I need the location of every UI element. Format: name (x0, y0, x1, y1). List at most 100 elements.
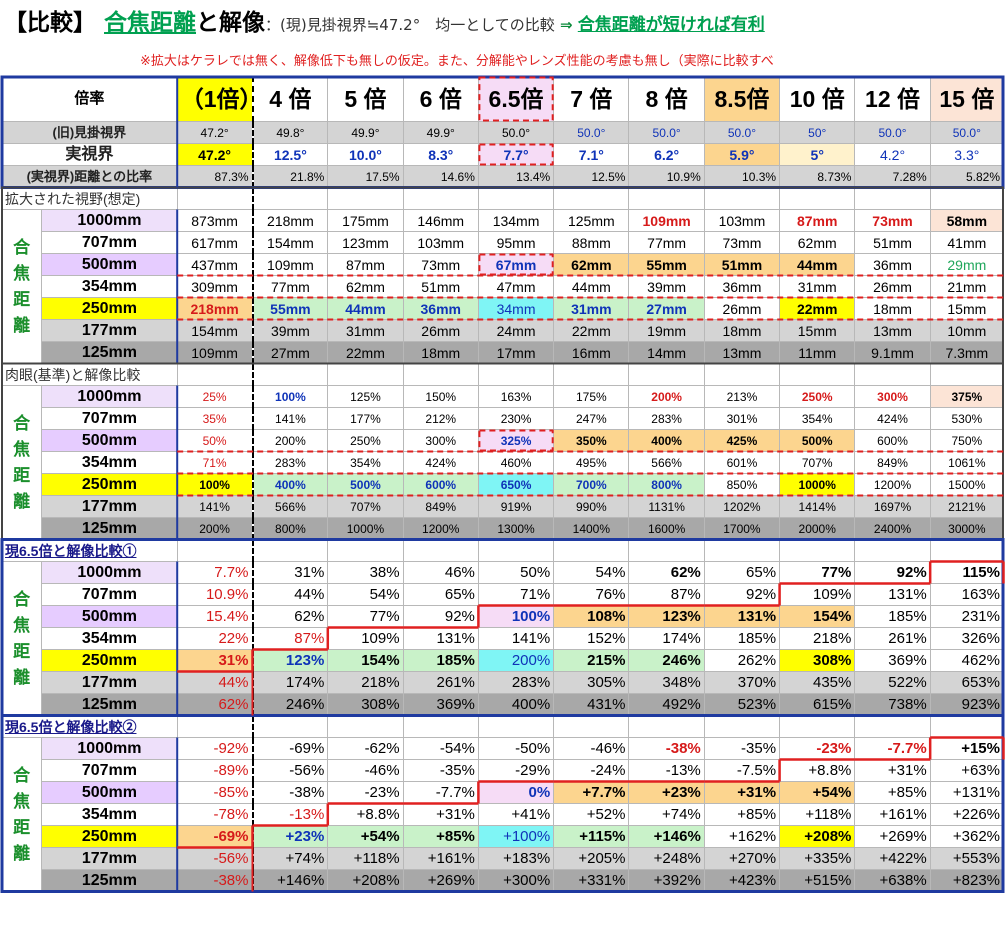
value-cell[interactable]: 25% (176, 385, 254, 408)
value-cell[interactable]: 18mm (402, 341, 479, 364)
value-cell[interactable]: 73mm (703, 231, 781, 254)
value-cell[interactable]: +8.8% (779, 759, 856, 782)
magnification-header[interactable]: 12 倍 (854, 76, 931, 122)
value-cell[interactable]: +515% (779, 869, 856, 892)
value-cell[interactable]: +553% (929, 847, 1005, 870)
distance-label[interactable]: 250mm (41, 297, 178, 320)
value-cell[interactable]: 615% (779, 693, 856, 716)
empty-cell[interactable] (628, 187, 705, 210)
value-cell[interactable]: 22% (176, 627, 254, 650)
value-cell[interactable]: 95mm (477, 231, 555, 254)
distance-label[interactable]: 1000mm (41, 737, 178, 760)
empty-cell[interactable] (854, 363, 931, 386)
value-cell[interactable]: -46% (553, 737, 630, 760)
value-cell[interactable]: 62mm (779, 231, 856, 254)
value-cell[interactable]: 213% (703, 385, 781, 408)
info-cell[interactable]: 50.0° (854, 121, 931, 144)
value-cell[interactable]: 55mm (628, 253, 705, 276)
empty-cell[interactable] (929, 539, 1005, 562)
value-cell[interactable]: +52% (553, 803, 630, 826)
value-cell[interactable]: 109mm (628, 209, 705, 232)
value-cell[interactable]: 500% (779, 429, 856, 452)
value-cell[interactable]: 150% (402, 385, 479, 408)
value-cell[interactable]: 109mm (176, 341, 254, 364)
value-cell[interactable]: -13% (628, 759, 705, 782)
empty-cell[interactable] (176, 363, 254, 386)
value-cell[interactable]: 154mm (176, 319, 254, 342)
value-cell[interactable]: 431% (553, 693, 630, 716)
value-cell[interactable]: 51mm (402, 275, 479, 298)
value-cell[interactable]: 375% (929, 385, 1005, 408)
empty-cell[interactable] (628, 715, 705, 738)
value-cell[interactable]: 103mm (402, 231, 479, 254)
distance-label[interactable]: 707mm (41, 759, 178, 782)
value-cell[interactable]: 7.7% (176, 561, 254, 584)
value-cell[interactable]: 308% (779, 649, 856, 672)
info-cell[interactable]: 13.4% (477, 165, 555, 188)
distance-label[interactable]: 177mm (41, 847, 178, 870)
info-cell[interactable]: 87.3% (176, 165, 254, 188)
value-cell[interactable]: 15mm (929, 297, 1005, 320)
info-cell[interactable]: 4.2° (854, 143, 931, 166)
value-cell[interactable]: 92% (854, 561, 931, 584)
distance-label[interactable]: 354mm (41, 627, 178, 650)
value-cell[interactable]: 175% (553, 385, 630, 408)
empty-cell[interactable] (628, 363, 705, 386)
distance-label[interactable]: 354mm (41, 451, 178, 474)
info-cell[interactable]: 10.0° (327, 143, 404, 166)
value-cell[interactable]: 400% (251, 473, 329, 496)
empty-cell[interactable] (553, 539, 630, 562)
empty-cell[interactable] (251, 715, 329, 738)
info-cell[interactable]: 5.82% (929, 165, 1005, 188)
value-cell[interactable]: -54% (402, 737, 479, 760)
value-cell[interactable]: 175mm (327, 209, 404, 232)
value-cell[interactable]: 218mm (251, 209, 329, 232)
info-cell[interactable]: 10.3% (703, 165, 781, 188)
value-cell[interactable]: 77% (327, 605, 404, 628)
value-cell[interactable]: 1202% (703, 495, 781, 518)
empty-cell[interactable] (779, 715, 856, 738)
info-cell[interactable]: 7.7° (477, 143, 555, 166)
value-cell[interactable]: 185% (854, 605, 931, 628)
value-cell[interactable]: +226% (929, 803, 1005, 826)
value-cell[interactable]: 200% (477, 649, 555, 672)
distance-label[interactable]: 125mm (41, 869, 178, 892)
distance-label[interactable]: 177mm (41, 671, 178, 694)
value-cell[interactable]: 3000% (929, 517, 1005, 540)
value-cell[interactable]: 14mm (628, 341, 705, 364)
value-cell[interactable]: 1600% (628, 517, 705, 540)
empty-cell[interactable] (703, 187, 781, 210)
value-cell[interactable]: +74% (251, 847, 329, 870)
value-cell[interactable]: 73mm (402, 253, 479, 276)
magnification-header[interactable]: 5 倍 (327, 76, 404, 122)
empty-cell[interactable] (176, 187, 254, 210)
distance-label[interactable]: 177mm (41, 495, 178, 518)
value-cell[interactable]: 62mm (553, 253, 630, 276)
info-cell[interactable]: 17.5% (327, 165, 404, 188)
value-cell[interactable]: 108% (553, 605, 630, 628)
value-cell[interactable]: 19mm (628, 319, 705, 342)
value-cell[interactable]: 13mm (854, 319, 931, 342)
value-cell[interactable]: +823% (929, 869, 1005, 892)
value-cell[interactable]: +31% (854, 759, 931, 782)
info-row-label[interactable]: (旧)見掛視界 (1, 121, 178, 144)
info-cell[interactable]: 49.8° (251, 121, 329, 144)
value-cell[interactable]: 1200% (854, 473, 931, 496)
value-cell[interactable]: 131% (402, 627, 479, 650)
value-cell[interactable]: -23% (779, 737, 856, 760)
value-cell[interactable]: -46% (327, 759, 404, 782)
distance-label[interactable]: 500mm (41, 605, 178, 628)
value-cell[interactable]: 100% (251, 385, 329, 408)
value-cell[interactable]: +63% (929, 759, 1005, 782)
value-cell[interactable]: 87% (628, 583, 705, 606)
info-cell[interactable]: 3.3° (929, 143, 1005, 166)
value-cell[interactable]: 146mm (402, 209, 479, 232)
info-cell[interactable]: 7.1° (553, 143, 630, 166)
value-cell[interactable]: 849% (854, 451, 931, 474)
info-cell[interactable]: 8.73% (779, 165, 856, 188)
value-cell[interactable]: +85% (703, 803, 781, 826)
value-cell[interactable]: 1000% (779, 473, 856, 496)
value-cell[interactable]: 425% (703, 429, 781, 452)
magnification-header[interactable]: 15 倍 (929, 76, 1005, 122)
value-cell[interactable]: 1700% (703, 517, 781, 540)
